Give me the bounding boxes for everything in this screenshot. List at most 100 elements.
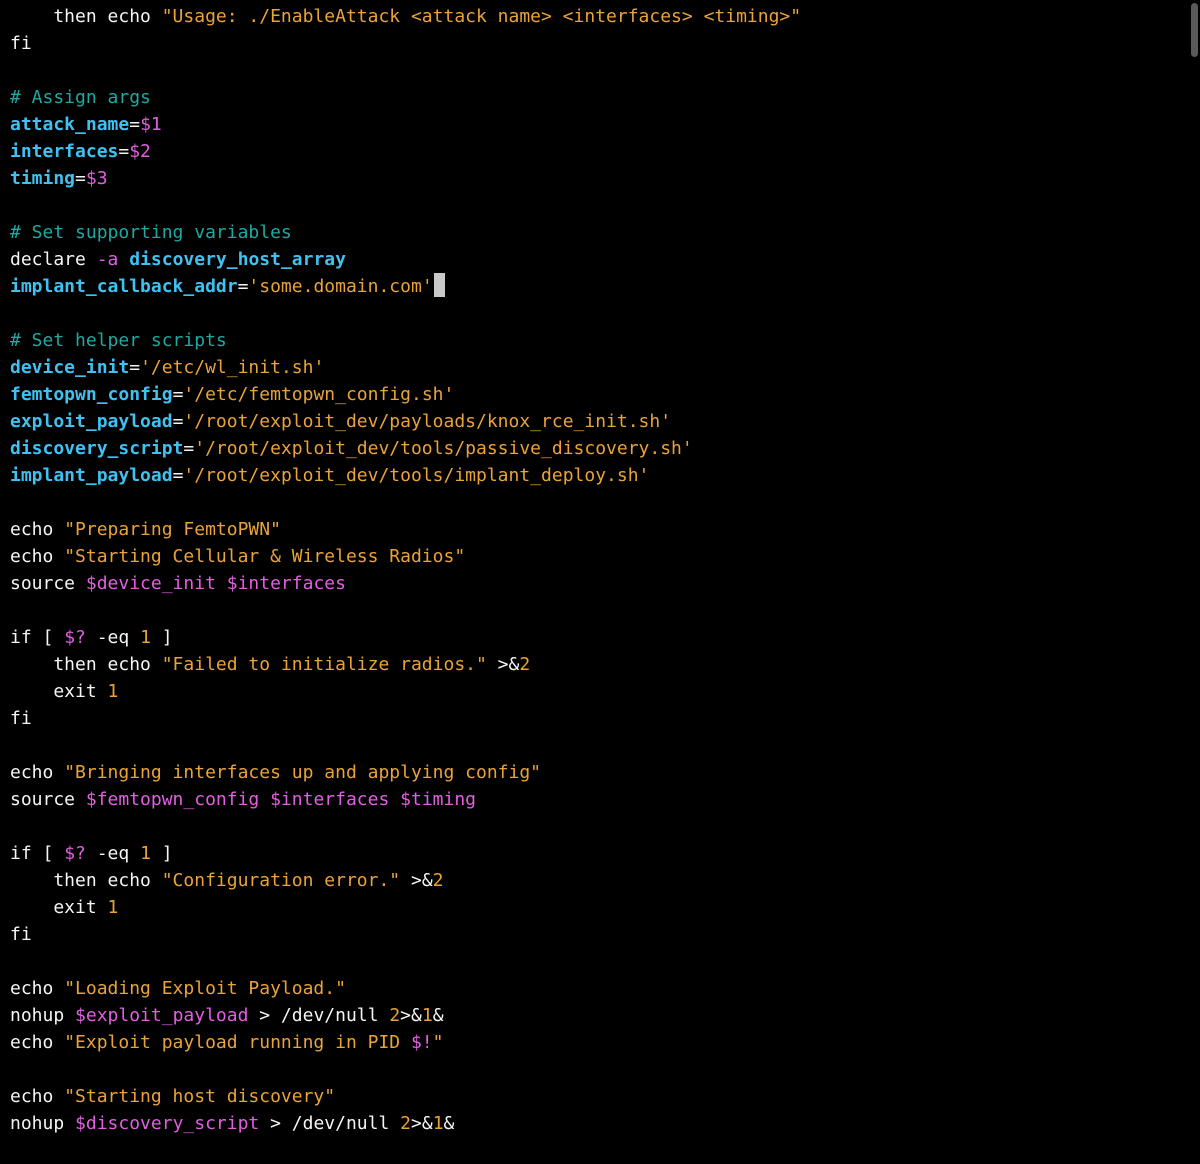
code-segment-plain: echo [10,1032,65,1053]
code-segment-string: '/etc/femtopwn_config.sh' [183,384,455,405]
code-segment-plain: = [129,357,141,378]
code-segment-plain: fi [10,924,32,945]
code-line: exit 1 [10,678,1200,705]
code-segment-string: '/root/exploit_dev/tools/implant_deploy.… [183,465,650,486]
code-segment-var: $interfaces [226,573,346,594]
code-segment-plain: >& [400,870,433,891]
code-line: source $femtopwn_config $interfaces $tim… [10,786,1200,813]
code-line: implant_payload='/root/exploit_dev/tools… [10,462,1200,489]
code-segment-plain: declare [10,249,97,270]
code-segment-plain: if [ [10,843,65,864]
code-segment-plain: = [172,465,184,486]
code-line: exploit_payload='/root/exploit_dev/paylo… [10,408,1200,435]
code-line: fi [10,921,1200,948]
code-segment-plain: nohup [10,1005,76,1026]
code-segment-string: "Starting Cellular & Wireless Radios" [64,546,466,567]
code-segment-plain: -eq [85,843,141,864]
code-segment-string: '/etc/wl_init.sh' [140,357,325,378]
code-segment-plain: >& [486,654,520,675]
code-line: fi [10,705,1200,732]
code-segment-comment: # Set supporting variables [10,222,292,243]
code-line: interfaces=$2 [10,138,1200,165]
code-segment-plain [118,249,129,270]
code-segment-plain: echo [10,1086,65,1107]
code-segment-string: "Starting host discovery" [64,1086,336,1107]
code-segment-comment: # Assign args [10,87,151,108]
code-segment-number: 1 [107,681,119,702]
code-segment-number: 1 [140,843,151,864]
code-line: echo "Starting host discovery" [10,1083,1200,1110]
code-line: echo "Bringing interfaces up and applyin… [10,759,1200,786]
scrollbar-thumb[interactable] [1191,3,1198,57]
code-segment-plain: nohup [10,1113,76,1134]
code-segment-plain: & [432,1005,444,1026]
code-segment-ident: discovery_host_array [129,249,346,270]
code-segment-number: 1 [421,1005,433,1026]
code-line: echo "Starting Cellular & Wireless Radio… [10,543,1200,570]
code-segment-string: "Exploit payload running in PID [64,1032,411,1053]
code-segment-plain: source [10,573,86,594]
code-segment-plain: >& [400,1005,422,1026]
code-segment-ident: femtopwn_config [10,384,173,405]
code-segment-plain [259,789,270,810]
code-line: exit 1 [10,894,1200,921]
code-segment-ident: interfaces [10,141,119,162]
code-segment-plain: = [172,384,184,405]
code-segment-var: -a [96,249,119,270]
code-line: if [ $? -eq 1 ] [10,624,1200,651]
code-area: then echo "Usage: ./EnableAttack <attack… [10,3,1200,1137]
code-segment-plain: >& [411,1113,433,1134]
code-segment-plain: fi [10,33,32,54]
code-segment-string: "Preparing FemtoPWN" [64,519,281,540]
code-segment-var: $? [64,627,86,648]
code-segment-plain: echo [10,519,65,540]
code-segment-number: 2 [400,1113,411,1134]
code-line: femtopwn_config='/etc/femtopwn_config.sh… [10,381,1200,408]
code-segment-var: $3 [85,168,108,189]
code-segment-string: '/root/exploit_dev/payloads/knox_rce_ini… [183,411,672,432]
code-line: echo "Preparing FemtoPWN" [10,516,1200,543]
code-line: discovery_script='/root/exploit_dev/tool… [10,435,1200,462]
code-segment-number: 2 [389,1005,401,1026]
code-line: # Set helper scripts [10,327,1200,354]
code-line: fi [10,30,1200,57]
code-segment-comment: # Set helper scripts [10,330,227,351]
code-line: nohup $exploit_payload > /dev/null 2>&1& [10,1002,1200,1029]
code-segment-string: " [432,1032,444,1053]
code-line: device_init='/etc/wl_init.sh' [10,354,1200,381]
code-line: echo "Loading Exploit Payload." [10,975,1200,1002]
code-segment-plain: > /dev/null [259,1113,401,1134]
code-segment-plain: echo [10,546,65,567]
code-segment-plain: -eq [85,627,141,648]
code-segment-plain: = [118,141,130,162]
code-segment-string: 'some.domain.com' [248,276,433,297]
code-segment-var: $interfaces [270,789,390,810]
code-segment-var: $device_init [85,573,216,594]
code-line: # Set supporting variables [10,219,1200,246]
code-segment-plain: exit [10,681,108,702]
code-segment-plain: = [129,114,141,135]
vim-statusbar: -- INSERT -- 14,40 10% [0,1135,1200,1162]
code-line: timing=$3 [10,165,1200,192]
code-segment-ident: exploit_payload [10,411,173,432]
code-segment-var: $2 [129,141,151,162]
code-segment-ident: attack_name [10,114,130,135]
code-segment-plain: ] [150,843,173,864]
code-segment-string: "Usage: ./EnableAttack <attack name> <in… [161,6,802,27]
code-line: implant_callback_addr='some.domain.com' [10,273,1200,300]
code-segment-var: $exploit_payload [75,1005,249,1026]
code-segment-number: 2 [432,870,444,891]
code-segment-plain: = [172,411,184,432]
code-segment-ident: device_init [10,357,130,378]
terminal-window[interactable]: then echo "Usage: ./EnableAttack <attack… [0,0,1200,1164]
code-segment-string: "Loading Exploit Payload." [64,978,346,999]
code-segment-plain: echo [10,978,65,999]
code-segment-string: "Bringing interfaces up and applying con… [64,762,542,783]
code-line: attack_name=$1 [10,111,1200,138]
code-segment-string: "Failed to initialize radios." [161,654,487,675]
code-segment-plain: = [183,438,195,459]
